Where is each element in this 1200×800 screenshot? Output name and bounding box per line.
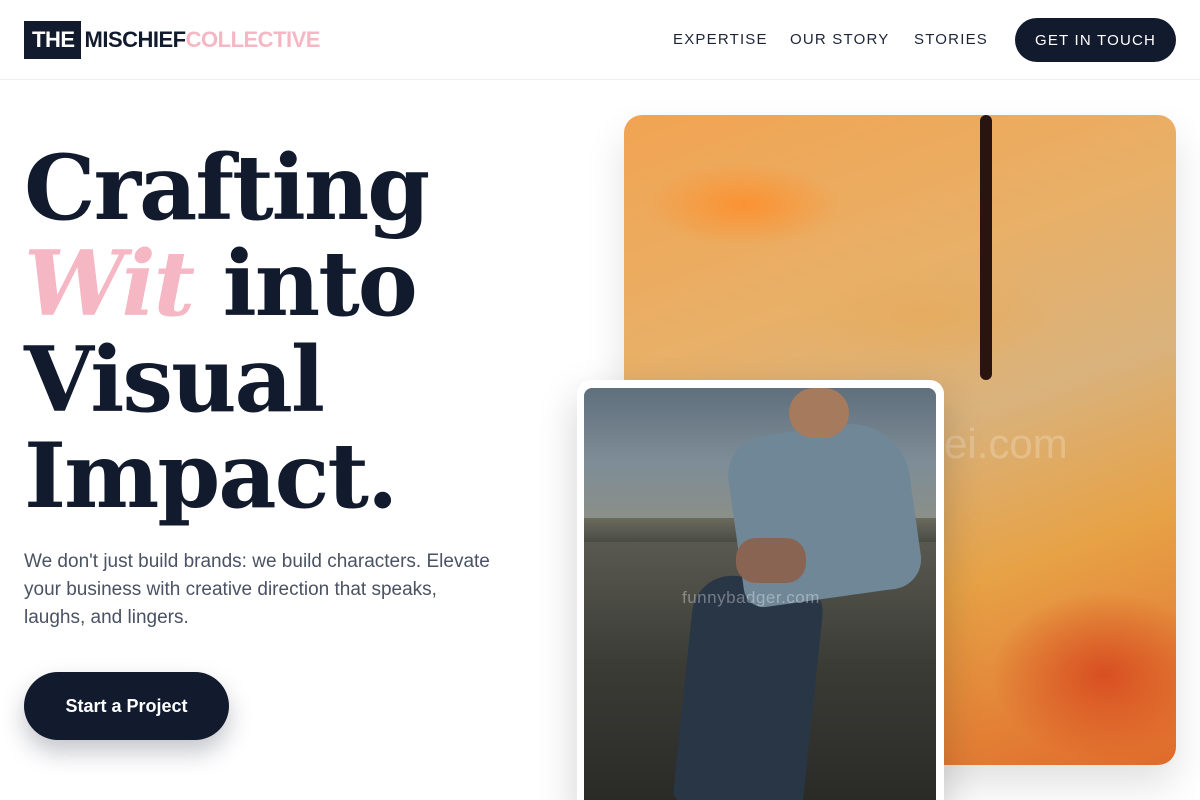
nav-expertise[interactable]: EXPERTISE — [673, 31, 768, 48]
headline-accent-wit: Wit — [24, 231, 195, 337]
nav-stories[interactable]: STORIES — [914, 31, 988, 48]
logo-mischief: MISCHIEF — [84, 27, 187, 52]
logo-the: THE — [24, 21, 81, 59]
photo-figure-midriff — [736, 538, 806, 583]
headline-line-3: Visual — [24, 327, 325, 433]
painting-stroke — [980, 115, 992, 380]
headline-line-2: Wit into — [24, 236, 428, 332]
model-photo-image: funnybadger.com — [584, 388, 936, 800]
hero-subtext: We don't just build brands: we build cha… — [24, 551, 490, 628]
logo[interactable]: THE MISCHIEF COLLECTIVE — [24, 21, 320, 59]
start-project-button[interactable]: Start a Project — [24, 672, 229, 740]
headline-line-4: Impact. — [24, 423, 398, 529]
hero-headline: Crafting Wit into Visual Impact. — [24, 135, 430, 529]
photo-watermark: funnybadger.com — [682, 588, 820, 607]
painting-watermark: ei.com — [944, 420, 1068, 467]
headline-into: into — [193, 231, 418, 337]
photo-figure-head — [789, 388, 849, 438]
logo-collective: COLLECTIVE — [185, 27, 321, 52]
nav-our-story[interactable]: OUR STORY — [790, 31, 889, 48]
site-header: THE MISCHIEF COLLECTIVE EXPERTISE OUR ST… — [0, 0, 1200, 80]
headline-line-1: Crafting — [24, 135, 430, 241]
get-in-touch-button[interactable]: GET IN TOUCH — [1015, 18, 1176, 62]
